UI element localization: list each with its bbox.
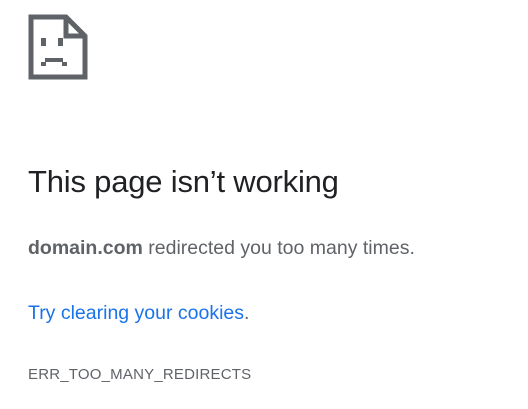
error-message-text: redirected you too many times.	[142, 237, 415, 259]
page-title: This page isn’t working	[28, 164, 339, 199]
suggestion: Try clearing your cookies.	[28, 302, 249, 325]
error-message: domain.com redirected you too many times…	[28, 237, 415, 260]
error-code: ERR_TOO_MANY_REDIRECTS	[28, 366, 252, 383]
domain-name: domain.com	[28, 237, 143, 259]
sad-page-icon	[28, 14, 88, 80]
clear-cookies-link[interactable]: Try clearing your cookies	[28, 302, 244, 324]
suggestion-period: .	[244, 302, 250, 324]
